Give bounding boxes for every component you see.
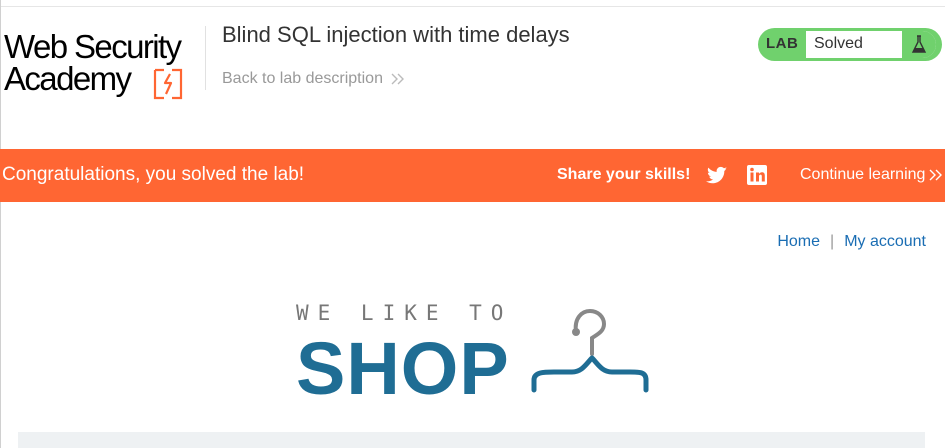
shop-tagline: WE LIKE TO bbox=[296, 301, 513, 325]
logo-line2: Academy bbox=[4, 60, 132, 97]
back-link-label: Back to lab description bbox=[222, 70, 383, 87]
share-skills-label: Share your skills! bbox=[557, 166, 691, 183]
status-value-box: Solved bbox=[806, 31, 936, 58]
solved-banner: Congratulations, you solved the lab! Sha… bbox=[0, 149, 945, 202]
web-security-academy-logo[interactable]: Web Security Academy bbox=[4, 26, 204, 100]
clothes-hanger-icon bbox=[531, 308, 649, 393]
window-top-edge bbox=[0, 0, 945, 7]
twitter-icon[interactable] bbox=[705, 163, 729, 187]
flask-icon bbox=[911, 35, 927, 53]
nav-separator: | bbox=[830, 233, 835, 250]
top-nav: Home | My account bbox=[777, 233, 926, 251]
home-link[interactable]: Home bbox=[777, 233, 820, 251]
back-to-lab-description-link[interactable]: Back to lab description bbox=[222, 70, 405, 88]
double-chevron-right-icon bbox=[391, 73, 404, 85]
double-chevron-right-icon bbox=[929, 169, 943, 181]
status-value: Solved bbox=[814, 35, 863, 52]
lab-tag: LAB bbox=[766, 35, 799, 52]
logo-mark-icon bbox=[153, 68, 183, 100]
header-divider bbox=[205, 26, 206, 90]
lab-status-widget: LAB Solved bbox=[758, 28, 942, 61]
linkedin-icon[interactable] bbox=[746, 164, 768, 186]
my-account-link[interactable]: My account bbox=[844, 233, 926, 251]
content-panel bbox=[18, 432, 925, 448]
lab-title: Blind SQL injection with time delays bbox=[222, 22, 570, 47]
logo-line1: Web Security bbox=[4, 28, 182, 65]
shop-wordmark: SHOP bbox=[296, 327, 510, 410]
continue-learning-label: Continue learning bbox=[800, 166, 926, 183]
flask-icon-container bbox=[902, 31, 936, 58]
congratulations-message: Congratulations, you solved the lab! bbox=[2, 164, 305, 185]
shop-logo: WE LIKE TO SHOP bbox=[296, 298, 656, 410]
continue-learning-link[interactable]: Continue learning bbox=[800, 166, 943, 184]
window-left-edge bbox=[0, 0, 1, 448]
